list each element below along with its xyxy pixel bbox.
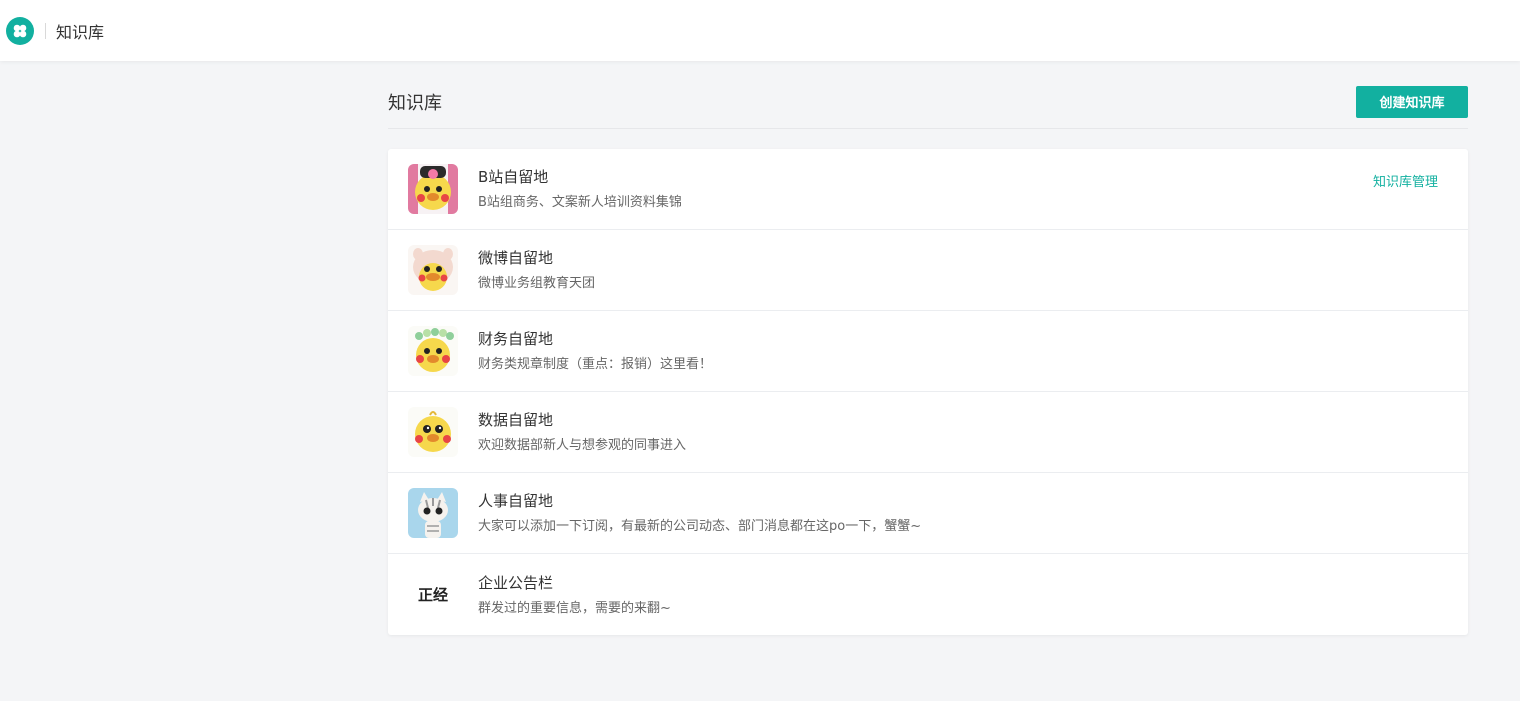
knowledge-base-list: B站自留地 B站组商务、文案新人培训资料集锦 知识库管理 微博自留地 微博业务组…	[388, 149, 1468, 635]
top-bar: 知识库	[0, 0, 1520, 61]
kb-text: 财务自留地 财务类规章制度（重点：报销）这里看！	[478, 328, 712, 374]
kb-desc: 欢迎数据部新人与想参观的同事进入	[478, 438, 687, 453]
kb-text: 微博自留地 微博业务组教育天团	[478, 247, 595, 293]
list-item[interactable]: B站自留地 B站组商务、文案新人培训资料集锦 知识库管理	[388, 149, 1468, 230]
kb-desc: 群发过的重要信息，需要的来翻~	[478, 600, 671, 616]
list-item[interactable]: 人事自留地 大家可以添加一下订阅，有最新的公司动态、部门消息都在这po一下，蟹蟹…	[388, 473, 1468, 554]
list-item[interactable]: 正经 企业公告栏 群发过的重要信息，需要的来翻~	[388, 554, 1468, 635]
kb-manage-link[interactable]: 知识库管理	[1373, 171, 1438, 190]
kb-name[interactable]: B站自留地	[478, 166, 682, 188]
kb-name[interactable]: 人事自留地	[478, 490, 921, 512]
kb-text: B站自留地 B站组商务、文案新人培训资料集锦	[478, 166, 682, 212]
page-title: 知识库	[388, 92, 442, 114]
kb-desc: 大家可以添加一下订阅，有最新的公司动态、部门消息都在这po一下，蟹蟹~	[478, 519, 922, 534]
duck-pig-hat-avatar	[408, 245, 458, 295]
duck-bow-avatar	[408, 164, 458, 214]
kb-desc: 财务类规章制度（重点：报销）这里看！	[478, 357, 713, 372]
clover-icon[interactable]	[6, 16, 34, 45]
cat-avatar	[408, 488, 458, 538]
list-item[interactable]: 微博自留地 微博业务组教育天团	[388, 230, 1468, 311]
kb-name[interactable]: 微博自留地	[478, 247, 595, 269]
duck-avatar	[408, 407, 458, 457]
kb-text: 数据自留地 欢迎数据部新人与想参观的同事进入	[478, 409, 686, 455]
page-header: 知识库 创建知识库	[388, 61, 1468, 129]
header-divider	[45, 22, 46, 39]
kb-text: 企业公告栏 群发过的重要信息，需要的来翻~	[478, 572, 671, 618]
main-content: 知识库 创建知识库 B站自留地 B站组商务、文案新人培训资料集锦 知识库管理 微…	[388, 61, 1468, 635]
kb-name[interactable]: 企业公告栏	[478, 572, 671, 594]
kb-desc: B站组商务、文案新人培训资料集锦	[478, 195, 682, 210]
text-avatar: 正经	[408, 569, 458, 620]
duck-flower-crown-avatar	[408, 326, 458, 376]
kb-text: 人事自留地 大家可以添加一下订阅，有最新的公司动态、部门消息都在这po一下，蟹蟹…	[478, 490, 921, 536]
app-title[interactable]: 知识库	[56, 19, 104, 43]
kb-name[interactable]: 财务自留地	[478, 328, 712, 350]
list-item[interactable]: 财务自留地 财务类规章制度（重点：报销）这里看！	[388, 311, 1468, 392]
kb-name[interactable]: 数据自留地	[478, 409, 686, 431]
kb-desc: 微博业务组教育天团	[478, 276, 596, 291]
create-knowledge-base-button[interactable]: 创建知识库	[1356, 85, 1468, 118]
list-item[interactable]: 数据自留地 欢迎数据部新人与想参观的同事进入	[388, 392, 1468, 473]
